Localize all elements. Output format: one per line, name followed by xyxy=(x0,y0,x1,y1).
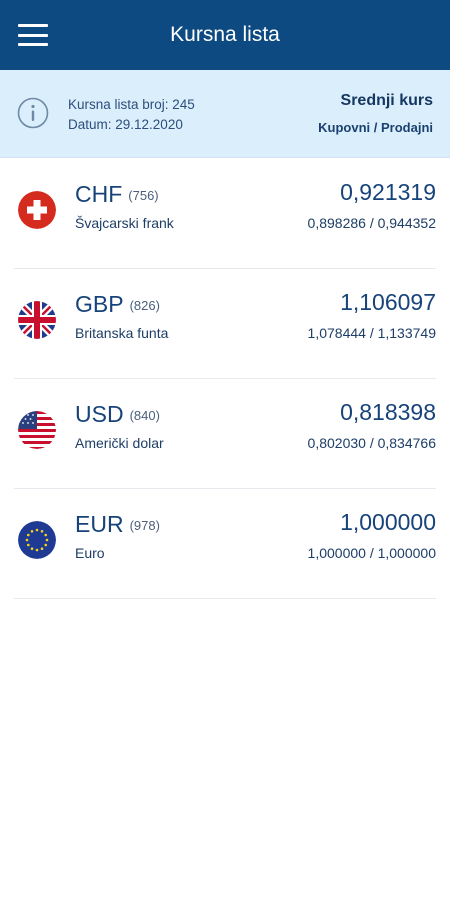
currency-row-eur[interactable]: EUR (978) Euro 1,000000 1,000000 / 1,0000… xyxy=(14,489,436,599)
currency-number: (756) xyxy=(128,188,159,203)
currency-row-chf[interactable]: CHF (756) Švajcarski frank 0,921319 0,898… xyxy=(14,159,436,269)
currency-name: Švajcarski frank xyxy=(75,215,174,231)
list-date: Datum: 29.12.2020 xyxy=(68,117,183,132)
currency-code: USD (840) xyxy=(75,401,160,427)
middle-rate: 0,921319 xyxy=(340,179,436,205)
hamburger-menu-icon[interactable] xyxy=(18,24,48,46)
list-number: Kursna lista broj: 245 xyxy=(68,97,195,112)
switzerland-flag-icon xyxy=(18,191,56,229)
buy-sell-rate: 0,898286 / 0,944352 xyxy=(307,215,436,231)
buy-sell-rate: 1,000000 / 1,000000 xyxy=(307,545,436,561)
middle-rate: 1,106097 xyxy=(340,289,436,315)
middle-rate: 0,818398 xyxy=(340,399,436,425)
currency-name: Britanska funta xyxy=(75,325,169,341)
currency-code: EUR (978) xyxy=(75,511,160,537)
middle-rate: 1,000000 xyxy=(340,509,436,535)
app-bar: Kursna lista xyxy=(0,0,450,70)
currency-code: GBP (826) xyxy=(75,291,160,317)
currency-number: (840) xyxy=(129,408,160,423)
buy-sell-rate: 0,802030 / 0,834766 xyxy=(307,435,436,451)
currency-name: Američki dolar xyxy=(75,435,164,451)
usa-flag-icon xyxy=(18,411,56,449)
eu-flag-icon xyxy=(18,521,56,559)
info-icon[interactable] xyxy=(17,97,49,129)
currency-code: CHF (756) xyxy=(75,181,159,207)
currency-number: (826) xyxy=(129,298,160,313)
middle-rate-heading: Srednji kurs xyxy=(340,92,433,109)
buy-sell-rate: 1,078444 / 1,133749 xyxy=(307,325,436,341)
buy-sell-heading: Kupovni / Prodajni xyxy=(318,120,433,135)
currency-name: Euro xyxy=(75,545,105,561)
uk-flag-icon xyxy=(18,301,56,339)
currency-row-usd[interactable]: USD (840) Američki dolar 0,818398 0,80203… xyxy=(14,379,436,489)
currency-number: (978) xyxy=(129,518,160,533)
list-info: Kursna lista broj: 245 Datum: 29.12.2020 xyxy=(68,95,195,135)
page-title: Kursna lista xyxy=(170,23,280,46)
currency-row-gbp[interactable]: GBP (826) Britanska funta 1,106097 1,0784… xyxy=(14,269,436,379)
